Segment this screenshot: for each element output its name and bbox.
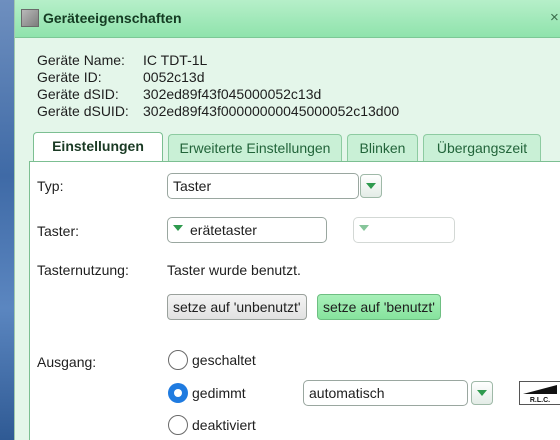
info-row-dsid: Geräte dSID: 302ed89f43f045000052c13d — [37, 86, 399, 103]
device-properties-dialog: Geräteeigenschaften × Geräte Name: IC TD… — [14, 0, 560, 440]
typ-select[interactable]: Taster — [167, 173, 359, 199]
typ-label: Typ: — [37, 178, 64, 194]
rlc-label: R.L.C. — [530, 397, 550, 404]
radio-gedimmt-label: gedimmt — [192, 385, 246, 401]
dimming-ramp-icon: R.L.C. — [523, 385, 557, 404]
device-info: Geräte Name: IC TDT-1L Geräte ID: 0052c1… — [37, 52, 399, 120]
info-row-id: Geräte ID: 0052c13d — [37, 69, 399, 86]
tab-uebergangszeit[interactable]: Übergangszeit — [423, 134, 541, 162]
device-dsuid-value: 302ed89f43f00000000045000052c13d00 — [143, 103, 400, 119]
chevron-down-icon — [477, 390, 487, 396]
dimming-mode-select[interactable]: automatisch — [303, 380, 468, 406]
device-id-value: 0052c13d — [143, 69, 205, 85]
device-name-value: IC TDT-1L — [143, 52, 208, 68]
typ-dropdown-button[interactable] — [360, 174, 382, 198]
chevron-down-icon[interactable] — [359, 225, 369, 232]
dialog-title: Geräteeigenschaften — [43, 10, 182, 26]
info-label: Geräte Name: — [37, 52, 125, 68]
chevron-down-icon — [366, 183, 376, 189]
taster-select[interactable]: erätetaster — [167, 217, 327, 243]
radio-gedimmt[interactable] — [168, 383, 188, 403]
tasternutzung-label: Tasternutzung: — [37, 262, 129, 278]
radio-geschaltet-label: geschaltet — [192, 352, 256, 368]
info-label: Geräte dSID: — [37, 86, 119, 102]
info-label: Geräte ID: — [37, 69, 102, 85]
radio-deaktiviert[interactable] — [168, 415, 188, 435]
set-unused-button[interactable]: setze auf 'unbenutzt' — [167, 294, 307, 320]
tab-erweiterte-einstellungen[interactable]: Erweiterte Einstellungen — [168, 134, 342, 162]
dimming-mode-dropdown-button[interactable] — [471, 381, 493, 405]
chevron-down-icon[interactable] — [173, 225, 183, 232]
tab-einstellungen[interactable]: Einstellungen — [33, 132, 163, 163]
rlc-dimming-icon[interactable]: R.L.C. — [519, 381, 560, 405]
info-label: Geräte dSUID: — [37, 103, 129, 119]
tasternutzung-status: Taster wurde benutzt. — [167, 262, 301, 278]
taster-label: Taster: — [37, 223, 80, 239]
info-row-name: Geräte Name: IC TDT-1L — [37, 52, 399, 69]
window-icon — [21, 9, 39, 27]
dialog-titlebar[interactable]: Geräteeigenschaften × — [15, 0, 560, 38]
radio-deaktiviert-label: deaktiviert — [192, 417, 256, 433]
desktop-background — [0, 0, 14, 440]
radio-geschaltet[interactable] — [168, 350, 188, 370]
info-row-dsuid: Geräte dSUID: 302ed89f43f000000000450000… — [37, 103, 399, 120]
ausgang-label: Ausgang: — [37, 354, 97, 370]
tab-blinken[interactable]: Blinken — [347, 134, 418, 162]
device-dsid-value: 302ed89f43f045000052c13d — [143, 86, 322, 102]
set-used-button[interactable]: setze auf 'benutzt' — [317, 294, 441, 320]
close-icon[interactable]: × — [550, 9, 559, 26]
